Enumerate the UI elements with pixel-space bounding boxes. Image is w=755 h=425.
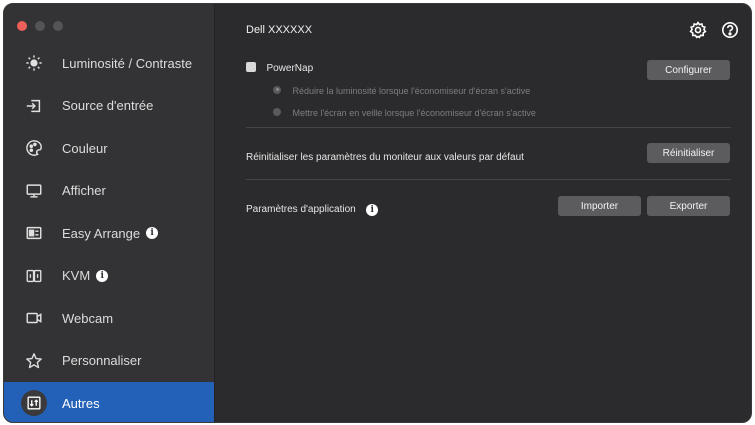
kvm-icon: [24, 266, 44, 286]
sidebar-item-label: Easy Arrange: [62, 225, 141, 241]
sidebar-item-easy-arrange[interactable]: Easy Arrange i: [4, 212, 214, 255]
webcam-icon: [24, 308, 44, 328]
sidebar-item-kvm[interactable]: KVM i: [4, 255, 214, 298]
star-icon: [24, 351, 44, 371]
info-icon[interactable]: i: [96, 269, 109, 282]
powernap-option-sleep[interactable]: Mettre l'écran en veille lorsque l'écono…: [273, 103, 731, 121]
sidebar-item-label: Autres: [62, 395, 100, 411]
app-settings-label: Paramètres d'application: [246, 204, 356, 215]
window-controls: [17, 21, 63, 31]
sidebar-item-label: Webcam: [62, 310, 114, 326]
sidebar-item-color[interactable]: Couleur: [4, 127, 214, 170]
import-button[interactable]: Importer: [558, 196, 641, 216]
sidebar-item-brightness-contrast[interactable]: Luminosité / Contraste: [4, 42, 214, 85]
input-source-icon: [24, 96, 44, 116]
sidebar-item-label: Source d'entrée: [62, 98, 154, 114]
sidebar-item-label: Luminosité / Contraste: [62, 55, 193, 71]
header: Dell XXXXXX: [246, 21, 739, 41]
info-icon[interactable]: i: [146, 227, 159, 240]
main-panel: Dell XXXXXX PowerNap Configurer Réduire …: [216, 4, 751, 422]
sidebar-item-display[interactable]: Afficher: [4, 170, 214, 213]
export-button[interactable]: Exporter: [647, 196, 730, 216]
settings-gear-icon[interactable]: [689, 21, 707, 44]
option-label: Réduire la luminosité lorsque l'économis…: [292, 86, 531, 96]
sidebar-item-others[interactable]: Autres: [4, 382, 214, 422]
configure-button[interactable]: Configurer: [647, 60, 730, 80]
divider: [246, 179, 731, 180]
minimize-window-button[interactable]: [35, 21, 45, 31]
powernap-option-dim[interactable]: Réduire la luminosité lorsque l'économis…: [273, 81, 731, 99]
option-label: Mettre l'écran en veille lorsque l'écono…: [292, 108, 536, 118]
reset-button[interactable]: Réinitialiser: [647, 143, 730, 163]
sidebar-item-personalize[interactable]: Personnaliser: [4, 340, 214, 383]
app-window: Luminosité / Contraste Source d'entrée C…: [3, 3, 752, 423]
divider: [246, 127, 731, 128]
brightness-icon: [24, 53, 44, 73]
color-icon: [24, 138, 44, 158]
others-icon: [21, 390, 47, 417]
sidebar: Luminosité / Contraste Source d'entrée C…: [4, 4, 215, 422]
monitor-title: Dell XXXXXX: [246, 24, 313, 36]
sidebar-item-label: KVM: [62, 268, 91, 284]
sidebar-item-input-source[interactable]: Source d'entrée: [4, 85, 214, 128]
display-icon: [24, 181, 44, 201]
sidebar-item-label: Couleur: [62, 140, 108, 156]
powernap-checkbox[interactable]: [246, 61, 256, 72]
zoom-window-button[interactable]: [53, 21, 63, 31]
header-actions: [689, 21, 739, 44]
sidebar-nav: Luminosité / Contraste Source d'entrée C…: [4, 42, 214, 422]
sidebar-item-webcam[interactable]: Webcam: [4, 297, 214, 340]
info-icon[interactable]: i: [366, 204, 379, 216]
powernap-label: PowerNap: [266, 63, 314, 74]
radio-dim[interactable]: [273, 85, 281, 94]
reset-label: Réinitialiser les paramètres du moniteur…: [246, 152, 524, 163]
help-icon[interactable]: [721, 21, 739, 44]
easy-arrange-icon: [24, 223, 44, 243]
radio-sleep[interactable]: [273, 107, 281, 116]
sidebar-item-label: Personnaliser: [62, 353, 142, 369]
sidebar-item-label: Afficher: [62, 183, 106, 199]
close-window-button[interactable]: [17, 21, 27, 31]
